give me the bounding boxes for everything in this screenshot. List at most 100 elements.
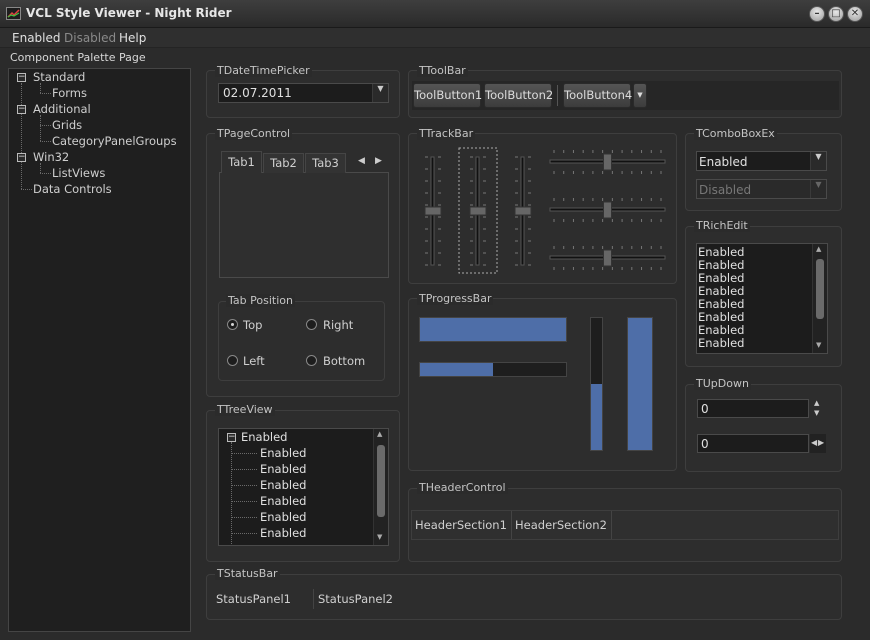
group-caption: TRichEdit: [694, 219, 750, 232]
toolbar-separator: [557, 85, 558, 106]
dropdown-arrow-icon[interactable]: ▼: [633, 83, 647, 108]
menu-disabled[interactable]: Disabled: [64, 31, 116, 45]
app-icon: [6, 7, 21, 20]
tree-node[interactable]: Enabled: [260, 494, 306, 508]
group-caption: TTreeView: [215, 403, 275, 416]
richedit[interactable]: Enabled Enabled Enabled Enabled Enabled …: [696, 243, 828, 354]
scroll-thumb[interactable]: [377, 445, 385, 517]
radio-left-label: Left: [243, 354, 265, 368]
tree-node[interactable]: Enabled: [260, 526, 306, 540]
header-control: HeaderSection1 HeaderSection2: [411, 510, 839, 540]
radio-bottom-label: Bottom: [323, 354, 366, 368]
scroll-up-icon[interactable]: ▲: [816, 245, 821, 253]
collapse-icon[interactable]: −: [17, 73, 26, 82]
vertical-scrollbar[interactable]: ▲ ▼: [373, 429, 388, 545]
updown-input-2[interactable]: 0: [697, 434, 809, 453]
menu-enabled[interactable]: Enabled: [12, 31, 61, 45]
tree-node-root[interactable]: Enabled: [241, 430, 287, 444]
updown-vertical[interactable]: ▲ ▼: [811, 398, 825, 419]
status-divider: [313, 589, 314, 609]
track-thumb[interactable]: [514, 206, 532, 216]
tab-3[interactable]: Tab3: [305, 153, 346, 173]
collapse-icon[interactable]: −: [17, 153, 26, 162]
tree-item-standard[interactable]: Standard: [33, 70, 85, 84]
richedit-line: Enabled: [698, 258, 745, 272]
tree-item-grids[interactable]: Grids: [52, 118, 82, 132]
treeview[interactable]: − Enabled Enabled Enabled Enabled Enable…: [218, 428, 389, 546]
chevron-right-icon[interactable]: ▶: [375, 156, 382, 166]
tree-item-win32[interactable]: Win32: [33, 150, 69, 164]
richedit-line: Enabled: [698, 336, 745, 350]
tree-item-forms[interactable]: Forms: [52, 86, 87, 100]
chevron-down-icon: ▼: [810, 180, 826, 198]
tree-item-additional[interactable]: Additional: [33, 102, 91, 116]
toolbutton-2[interactable]: ToolButton2: [484, 83, 553, 108]
richedit-line: Enabled: [698, 310, 745, 324]
radio-left[interactable]: [227, 355, 238, 366]
menu-help[interactable]: Help: [119, 31, 146, 45]
track-thumb[interactable]: [424, 206, 442, 216]
vertical-scrollbar[interactable]: ▲ ▼: [812, 244, 827, 353]
tab-page: [219, 172, 389, 278]
group-caption: TDateTimePicker: [215, 64, 312, 77]
chevron-down-icon[interactable]: ▼: [810, 152, 826, 170]
scroll-up-icon[interactable]: ▲: [377, 430, 382, 438]
tree-item-categorypanelgroups[interactable]: CategoryPanelGroups: [52, 134, 177, 148]
tab-1[interactable]: Tab1: [221, 151, 262, 173]
date-picker-input[interactable]: 02.07.2011 ▼: [218, 83, 389, 103]
scroll-thumb[interactable]: [816, 259, 824, 319]
status-panel-1: StatusPanel1: [216, 592, 291, 606]
trackbars[interactable]: [408, 133, 677, 284]
richedit-line: Enabled: [698, 297, 745, 311]
tree-node[interactable]: Enabled: [260, 510, 306, 524]
component-palette-label: Component Palette Page: [10, 51, 146, 64]
component-tree[interactable]: − Standard Forms − Additional Grids Cate…: [8, 68, 191, 632]
tab-2[interactable]: Tab2: [263, 153, 304, 173]
tree-node[interactable]: Enabled: [260, 446, 306, 460]
progress-bar-3: [590, 317, 603, 451]
scroll-down-icon[interactable]: ▼: [377, 533, 382, 541]
maximize-icon[interactable]: □: [828, 6, 844, 22]
comboboxex-group: [685, 133, 842, 211]
group-caption: THeaderControl: [417, 481, 508, 494]
collapse-icon[interactable]: −: [227, 433, 236, 442]
header-section-1[interactable]: HeaderSection1: [412, 511, 512, 539]
radio-top[interactable]: [227, 319, 238, 330]
combobox-enabled[interactable]: Enabled ▼: [696, 151, 827, 171]
chevron-down-icon[interactable]: ▼: [372, 84, 388, 102]
group-caption: TToolBar: [417, 64, 468, 77]
combo-value: Disabled: [699, 183, 752, 197]
header-section-2[interactable]: HeaderSection2: [512, 511, 612, 539]
close-icon[interactable]: ✕: [847, 6, 863, 22]
arrow-up-icon[interactable]: ▲: [814, 399, 819, 407]
tree-node[interactable]: Enabled: [260, 478, 306, 492]
track-thumb[interactable]: [469, 206, 487, 216]
toolbutton-4[interactable]: ToolButton4: [563, 83, 632, 108]
arrow-right-icon[interactable]: ▶: [818, 438, 824, 447]
collapse-icon[interactable]: −: [17, 105, 26, 114]
arrow-left-icon[interactable]: ◀: [811, 438, 817, 447]
progress-bar-4: [627, 317, 653, 451]
tree-node[interactable]: Enabled: [260, 462, 306, 476]
track-thumb[interactable]: [603, 249, 612, 267]
group-caption: TUpDown: [694, 377, 751, 390]
scroll-down-icon[interactable]: ▼: [816, 341, 821, 349]
progress-bar-2: [419, 362, 567, 377]
status-panel-2: StatusPanel2: [318, 592, 393, 606]
group-caption: Tab Position: [226, 294, 295, 307]
group-caption: TComboBoxEx: [694, 127, 777, 140]
toolbutton-1[interactable]: ToolButton1: [413, 83, 482, 108]
track-thumb[interactable]: [603, 201, 612, 219]
status-bar: StatusPanel1 StatusPanel2: [210, 587, 838, 611]
radio-right[interactable]: [306, 319, 317, 330]
updown-horizontal[interactable]: ◀ ▶: [810, 434, 826, 453]
updown-input-1[interactable]: 0: [697, 399, 809, 418]
arrow-down-icon[interactable]: ▼: [814, 409, 819, 417]
track-thumb[interactable]: [603, 153, 612, 171]
date-value: 02.07.2011: [223, 86, 292, 100]
minimize-icon[interactable]: –: [809, 6, 825, 22]
radio-bottom[interactable]: [306, 355, 317, 366]
tree-item-listviews[interactable]: ListViews: [52, 166, 105, 180]
chevron-left-icon[interactable]: ◀: [358, 156, 365, 166]
tree-item-data-controls[interactable]: Data Controls: [33, 182, 112, 196]
